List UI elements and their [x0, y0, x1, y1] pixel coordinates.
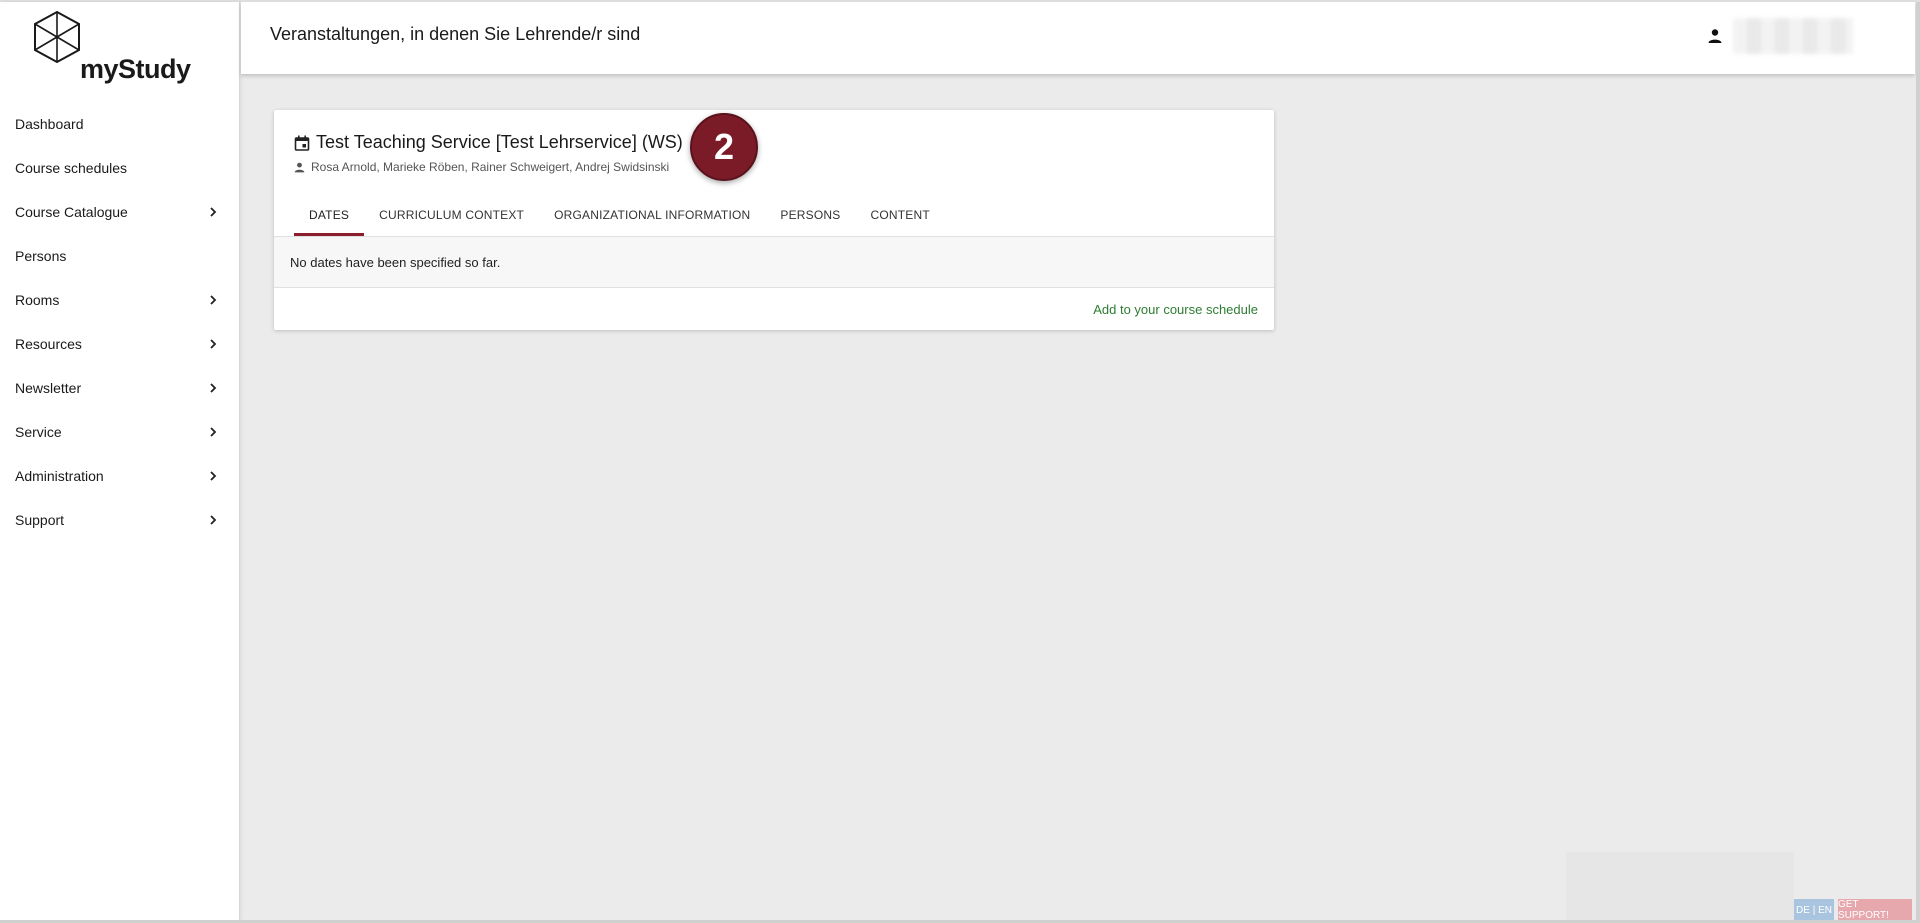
- sidebar-item-label: Service: [15, 424, 62, 440]
- step-badge: 2: [690, 113, 758, 181]
- page-scrollbar[interactable]: [1916, 2, 1920, 921]
- tab-curriculum-context[interactable]: CURRICULUM CONTEXT: [364, 194, 539, 236]
- sidebar-item-support[interactable]: Support: [0, 498, 240, 542]
- sidebar-item-administration[interactable]: Administration: [0, 454, 240, 498]
- sidebar-item-label: Resources: [15, 336, 82, 352]
- course-title-row: Test Teaching Service [Test Lehrservice]…: [294, 132, 683, 153]
- tab-dates[interactable]: DATES: [294, 194, 365, 236]
- person-icon[interactable]: [1707, 28, 1723, 44]
- page-title: Veranstaltungen, in denen Sie Lehrende/r…: [270, 24, 641, 44]
- tab-persons[interactable]: PERSONS: [765, 194, 855, 236]
- tab-panel-dates: No dates have been specified so far.: [274, 236, 1274, 288]
- add-to-schedule-link[interactable]: Add to your course schedule: [1093, 302, 1258, 317]
- course-tabs: DATES CURRICULUM CONTEXT ORGANIZATIONAL …: [294, 194, 945, 236]
- course-title: Test Teaching Service [Test Lehrservice]…: [316, 132, 683, 152]
- course-persons: Rosa Arnold, Marieke Röben, Rainer Schwe…: [311, 160, 670, 174]
- sidebar-item-label: Course schedules: [15, 160, 128, 176]
- sidebar-item-service[interactable]: Service: [0, 410, 240, 454]
- empty-dates-message: No dates have been specified so far.: [290, 255, 501, 270]
- sidebar-item-newsletter[interactable]: Newsletter: [0, 366, 240, 410]
- calendar-icon: [294, 135, 310, 151]
- app-name: myStudy: [80, 54, 191, 84]
- chevron-right-icon: [210, 383, 217, 393]
- tab-organizational-information[interactable]: ORGANIZATIONAL INFORMATION: [539, 194, 765, 236]
- sidebar-item-label: Persons: [15, 248, 67, 264]
- chevron-right-icon: [210, 515, 217, 525]
- chevron-right-icon: [210, 471, 217, 481]
- chevron-right-icon: [210, 339, 217, 349]
- sidebar-item-label: Course Catalogue: [15, 204, 128, 220]
- app-logo[interactable]: myStudy: [32, 10, 191, 86]
- chevron-right-icon: [210, 207, 217, 217]
- course-persons-row: Rosa Arnold, Marieke Röben, Rainer Schwe…: [294, 160, 669, 174]
- sidebar-item-label: Support: [15, 512, 65, 528]
- chevron-right-icon: [210, 295, 217, 305]
- sidebar-nav: Dashboard Course schedules Course Catalo…: [0, 102, 240, 542]
- widget-placeholder: [1566, 852, 1794, 923]
- sidebar: myStudy Dashboard Course schedules Cours…: [0, 2, 240, 921]
- sidebar-item-resources[interactable]: Resources: [0, 322, 240, 366]
- sidebar-item-course-catalogue[interactable]: Course Catalogue: [0, 190, 240, 234]
- chevron-right-icon: [210, 427, 217, 437]
- get-support-button[interactable]: GET SUPPORT!: [1838, 899, 1912, 921]
- sidebar-item-rooms[interactable]: Rooms: [0, 278, 240, 322]
- user-name[interactable]: ████ ████: [1733, 18, 1853, 54]
- sidebar-item-label: Administration: [15, 468, 104, 484]
- page-header: Veranstaltungen, in denen Sie Lehrende/r…: [241, 2, 1915, 74]
- tab-content[interactable]: CONTENT: [855, 194, 944, 236]
- sidebar-item-persons[interactable]: Persons: [0, 234, 240, 278]
- sidebar-item-course-schedules[interactable]: Course schedules: [0, 146, 240, 190]
- sidebar-item-label: Newsletter: [15, 380, 82, 396]
- language-switch[interactable]: DE | EN: [1794, 899, 1834, 921]
- course-card: Test Teaching Service [Test Lehrservice]…: [274, 110, 1274, 330]
- sidebar-item-label: Dashboard: [15, 116, 84, 132]
- cube-logo-icon: [34, 10, 80, 64]
- sidebar-item-dashboard[interactable]: Dashboard: [0, 102, 240, 146]
- sidebar-item-label: Rooms: [15, 292, 60, 308]
- person-icon: [294, 162, 305, 172]
